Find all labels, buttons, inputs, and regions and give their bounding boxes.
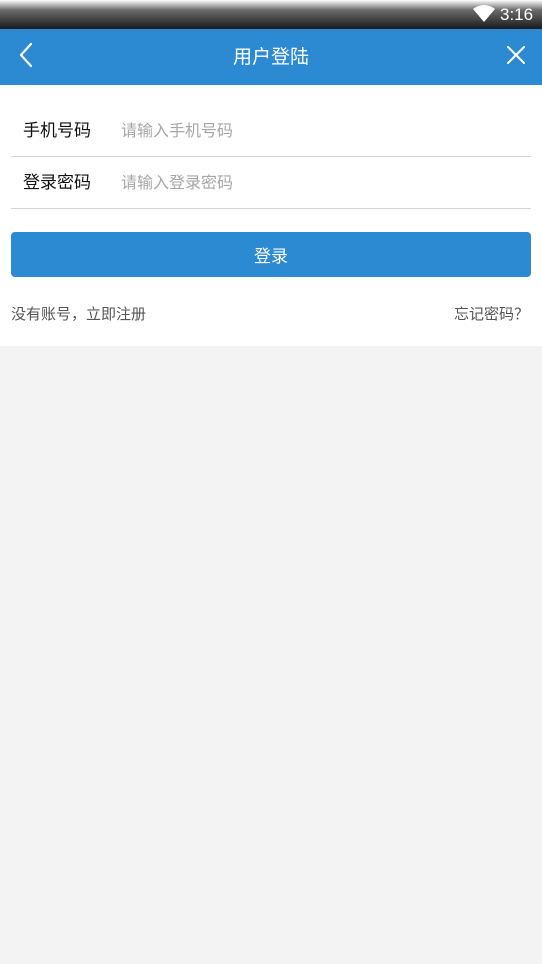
back-button[interactable] (10, 41, 42, 73)
close-button[interactable] (500, 41, 532, 73)
page-title: 用户登陆 (232, 46, 309, 68)
login-button[interactable]: 登录 (11, 232, 531, 277)
phone-row: 手机号码 (11, 106, 531, 157)
forgot-password-link[interactable]: 忘记密码？ (454, 304, 529, 324)
password-input[interactable] (121, 166, 521, 198)
status-bar: 3:16 (0, 0, 542, 29)
login-form: 手机号码 登录密码 登录 没有账号，立即注册 忘记密码？ (0, 85, 542, 346)
nav-bar: 用户登陆 (0, 29, 542, 85)
phone-input[interactable] (121, 114, 521, 146)
register-link[interactable]: 没有账号，立即注册 (11, 304, 146, 324)
password-label: 登录密码 (23, 173, 91, 193)
chevron-left-icon (18, 42, 34, 72)
phone-label: 手机号码 (23, 121, 91, 141)
status-time: 3:16 (500, 5, 534, 24)
close-icon (506, 45, 526, 69)
password-row: 登录密码 (11, 158, 531, 209)
wifi-icon (472, 4, 496, 24)
